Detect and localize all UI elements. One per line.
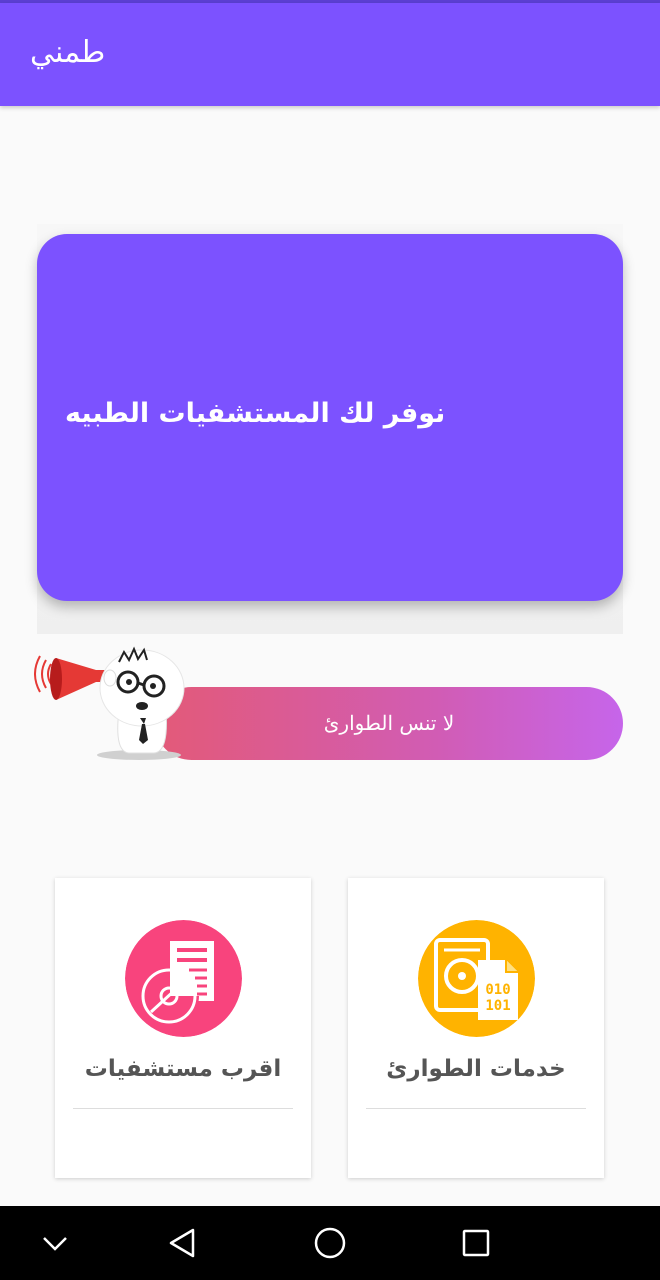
nearest-hospitals-label: اقرب مستشفيات bbox=[84, 1056, 282, 1082]
app-bar: طمني bbox=[0, 3, 660, 106]
system-navigation-bar bbox=[0, 1206, 660, 1280]
banner-text: نوفر لك المستشفيات الطبيه bbox=[65, 398, 446, 429]
promo-banner[interactable]: نوفر لك المستشفيات الطبيه bbox=[37, 234, 623, 601]
card-divider bbox=[366, 1108, 586, 1109]
chevron-down-icon[interactable] bbox=[35, 1223, 75, 1263]
recents-square-icon[interactable] bbox=[456, 1223, 496, 1263]
app-title: طمني bbox=[30, 35, 106, 70]
hard-drive-binary-file-icon: 010 101 bbox=[418, 920, 535, 1037]
back-triangle-icon[interactable] bbox=[163, 1223, 203, 1263]
nearest-hospitals-card[interactable]: اقرب مستشفيات bbox=[55, 878, 311, 1178]
megaphone-mascot-icon bbox=[34, 646, 185, 760]
svg-text:010: 010 bbox=[485, 982, 510, 998]
emergency-reminder-button[interactable]: لا تنس الطوارئ bbox=[155, 687, 623, 760]
home-circle-icon[interactable] bbox=[310, 1223, 350, 1263]
emergency-services-label: خدمات الطوارئ bbox=[386, 1056, 566, 1082]
reminder-text: لا تنس الطوارئ bbox=[323, 711, 455, 735]
card-divider bbox=[73, 1108, 293, 1109]
medical-document-disc-icon bbox=[125, 920, 242, 1037]
emergency-services-card[interactable]: 010 101 خدمات الطوارئ bbox=[348, 878, 604, 1178]
svg-text:101: 101 bbox=[485, 998, 510, 1014]
